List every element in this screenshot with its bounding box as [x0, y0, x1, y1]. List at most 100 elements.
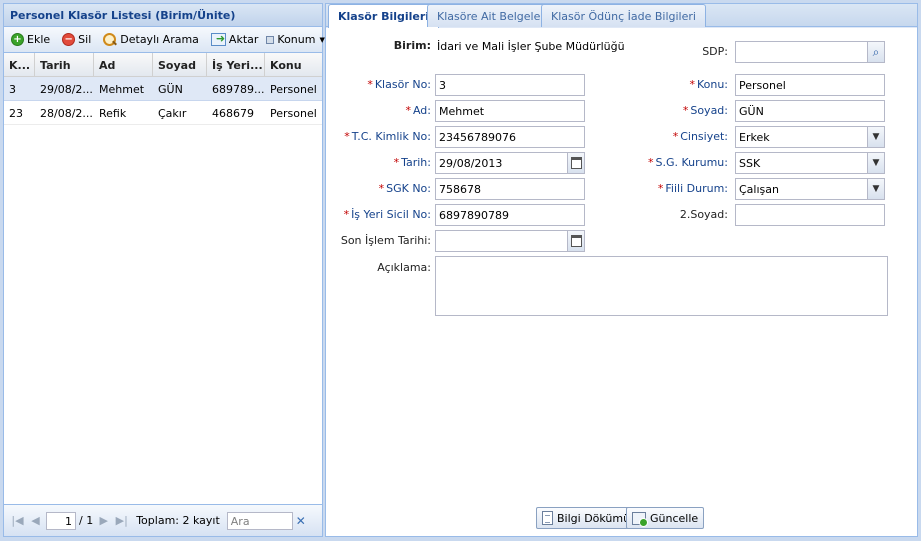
- unit-value: İdari ve Mali İşler Şube Müdürlüğü: [437, 40, 625, 53]
- delete-button-label: Sil: [78, 33, 92, 46]
- print-info-label: Bilgi Dökümü: [557, 511, 631, 525]
- detailed-search-label: Detaylı Arama: [120, 33, 199, 46]
- subject-field[interactable]: Personel: [735, 74, 885, 96]
- unit-label: Birim:: [393, 39, 431, 52]
- update-icon: [632, 511, 648, 527]
- cell: 29/08/2...: [40, 83, 93, 96]
- page-number-input[interactable]: 1: [46, 511, 76, 530]
- folder-no-field[interactable]: 3: [435, 74, 585, 96]
- date-label: * Tarih:: [393, 156, 431, 169]
- tab-strip: Klasör Bilgileri Klasöre Ait Belgeler Kl…: [326, 4, 917, 28]
- total-records: Toplam: 2 kayıt: [136, 514, 220, 527]
- date-field[interactable]: 29/08/2013: [435, 152, 585, 174]
- surname-label: * Soyad:: [682, 104, 728, 117]
- position-button-label: Konum: [277, 33, 316, 46]
- subject-label: * Konu:: [689, 78, 728, 91]
- surname-field[interactable]: GÜN: [735, 100, 885, 122]
- cell: 468679: [212, 107, 254, 120]
- table-row[interactable]: 23 28/08/2... Refik Çakır 468679 Persone…: [4, 101, 322, 125]
- tab-folder-loan-return[interactable]: Klasör Ödünç İade Bilgileri: [541, 4, 706, 27]
- date-value: 29/08/2013: [439, 157, 503, 170]
- cell: Refik: [99, 107, 127, 120]
- personnel-folder-list-panel: Personel Klasör Listesi (Birim/Ünite) + …: [3, 3, 325, 537]
- calendar-icon[interactable]: [567, 231, 584, 251]
- position-menu-button[interactable]: Konum ▼: [262, 30, 328, 50]
- social-security-select[interactable]: SSK ▼: [735, 152, 885, 174]
- actual-status-label-text: Fiili Durum:: [665, 182, 728, 195]
- add-icon: +: [11, 33, 24, 46]
- sgk-no-label: * SGK No:: [378, 182, 431, 195]
- prev-page-icon[interactable]: ◀: [28, 514, 43, 527]
- tab-folder-documents[interactable]: Klasöre Ait Belgeler: [427, 4, 555, 27]
- surname-label-text: Soyad:: [690, 104, 728, 117]
- cell: 23: [9, 107, 23, 120]
- sdp-label: SDP:: [702, 45, 728, 58]
- document-icon: [542, 511, 553, 525]
- workplace-reg-field[interactable]: 6897890789: [435, 204, 585, 226]
- social-security-label-text: S.G. Kurumu:: [655, 156, 728, 169]
- update-label: Güncelle: [650, 511, 699, 525]
- update-button[interactable]: Güncelle: [626, 507, 705, 529]
- cell: 3: [9, 83, 16, 96]
- grid-header: K... Tarih Ad Soyad İş Yeri... Konu: [4, 53, 322, 77]
- tc-id-field[interactable]: 23456789076: [435, 126, 585, 148]
- gender-value: Erkek: [739, 131, 770, 144]
- search-icon[interactable]: ⌕: [867, 42, 884, 62]
- folder-no-label: * Klasör No:: [367, 78, 431, 91]
- panel-title: Personel Klasör Listesi (Birim/Ünite): [4, 4, 322, 27]
- cell: Çakır: [158, 107, 187, 120]
- next-page-icon[interactable]: ▶: [96, 514, 111, 527]
- clear-icon[interactable]: ✕: [296, 514, 306, 528]
- column-header-subject[interactable]: Konu: [265, 53, 322, 76]
- column-header-name[interactable]: Ad: [94, 53, 153, 76]
- cell: Personel: [270, 107, 317, 120]
- column-header-surname[interactable]: Soyad: [153, 53, 207, 76]
- description-label: Açıklama:: [377, 261, 431, 274]
- cell: 689789...: [212, 83, 265, 96]
- folder-info-form: Birim: İdari ve Mali İşler Şube Müdürlüğ…: [326, 28, 917, 536]
- gender-select[interactable]: Erkek ▼: [735, 126, 885, 148]
- social-security-value: SSK: [739, 157, 761, 170]
- sgk-no-label-text: SGK No:: [386, 182, 431, 195]
- export-icon: [210, 32, 226, 46]
- sgk-no-field[interactable]: 758678: [435, 178, 585, 200]
- chevron-down-icon[interactable]: ▼: [867, 153, 884, 173]
- last-page-icon[interactable]: ▶|: [114, 514, 129, 527]
- cell: GÜN: [158, 83, 183, 96]
- cell: Personel: [270, 83, 317, 96]
- second-surname-field[interactable]: [735, 204, 885, 226]
- second-surname-label: 2.Soyad:: [679, 208, 728, 221]
- last-action-date-field[interactable]: [435, 230, 585, 252]
- export-button-label: Aktar: [228, 33, 259, 46]
- chevron-down-icon[interactable]: ▼: [867, 179, 884, 199]
- sdp-field[interactable]: ⌕: [735, 41, 885, 63]
- tab-folder-info[interactable]: Klasör Bilgileri: [328, 4, 440, 28]
- gender-label-text: Cinsiyet:: [680, 130, 728, 143]
- subject-label-text: Konu:: [696, 78, 728, 91]
- export-button[interactable]: Aktar: [207, 30, 262, 50]
- chevron-down-icon[interactable]: ▼: [867, 127, 884, 147]
- cell: 28/08/2...: [40, 107, 93, 120]
- magnifier-icon: [103, 32, 117, 47]
- actual-status-select[interactable]: Çalışan ▼: [735, 178, 885, 200]
- pager-toolbar: |◀ ◀ 1 / 1 ▶ ▶| Toplam: 2 kayıt Ara ✕: [4, 504, 322, 536]
- description-textarea[interactable]: [435, 256, 888, 316]
- add-button[interactable]: + Ekle: [7, 30, 54, 50]
- tc-id-label: * T.C. Kimlik No:: [344, 130, 431, 143]
- column-header-workplace[interactable]: İş Yeri...: [207, 53, 265, 76]
- table-row[interactable]: 3 29/08/2... Mehmet GÜN 689789... Person…: [4, 77, 322, 101]
- column-header-no[interactable]: K...: [4, 53, 35, 76]
- search-input[interactable]: Ara: [226, 511, 293, 530]
- page-total: / 1: [79, 514, 94, 527]
- print-info-button[interactable]: Bilgi Dökümü: [536, 507, 637, 529]
- detailed-search-button[interactable]: Detaylı Arama: [99, 30, 203, 50]
- folder-no-label-text: Klasör No:: [374, 78, 431, 91]
- name-field[interactable]: Mehmet: [435, 100, 585, 122]
- column-header-date[interactable]: Tarih: [35, 53, 94, 76]
- calendar-icon[interactable]: [567, 153, 584, 173]
- delete-button[interactable]: − Sil: [58, 30, 95, 50]
- position-icon: [266, 35, 275, 44]
- add-button-label: Ekle: [27, 33, 51, 46]
- workplace-reg-label-text: İş Yeri Sicil No:: [351, 208, 431, 221]
- first-page-icon[interactable]: |◀: [10, 514, 25, 527]
